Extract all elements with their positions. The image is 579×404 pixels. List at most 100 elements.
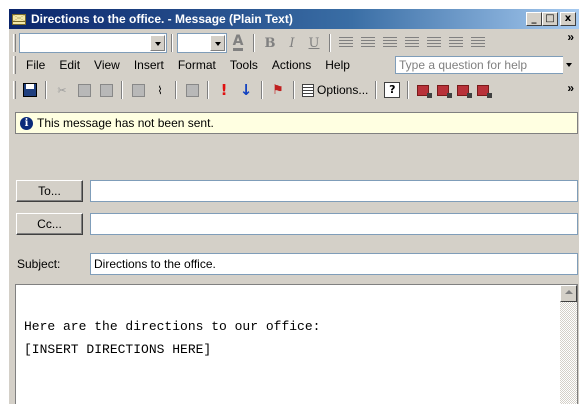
menu-tools[interactable]: Tools — [223, 58, 265, 72]
underline-icon: U — [308, 35, 320, 51]
body-line: [INSERT DIRECTIONS HERE] — [24, 342, 212, 357]
copy-button[interactable] — [73, 79, 95, 101]
chevron-down-icon[interactable] — [150, 35, 165, 51]
menu-help[interactable]: Help — [318, 58, 357, 72]
options-icon — [302, 83, 314, 97]
window-title: Directions to the office. - Message (Pla… — [31, 12, 293, 26]
cut-button[interactable]: ✂ — [51, 79, 73, 101]
align-right-button[interactable] — [379, 32, 401, 54]
align-left-button[interactable] — [335, 32, 357, 54]
align-right-icon — [383, 37, 397, 49]
info-icon: i — [20, 116, 33, 130]
italic-icon: I — [289, 35, 295, 51]
numbering-icon — [427, 37, 441, 49]
permission-icon[interactable] — [457, 84, 473, 98]
envelope-icon — [12, 13, 26, 25]
bold-button[interactable]: B — [259, 32, 281, 54]
formatting-toolbar: A B I U » — [9, 30, 579, 56]
window-controls: _ □ x — [526, 12, 576, 26]
print-preview-icon — [131, 83, 145, 97]
ask-question-input[interactable]: Type a question for help — [395, 56, 577, 74]
help-placeholder: Type a question for help — [399, 58, 528, 72]
standard-toolbar: ✂ ⌇ ! ↓ ⚑ Options... ? » — [9, 77, 579, 103]
low-importance-button[interactable]: ↓ — [235, 79, 257, 101]
menu-bar: File Edit View Insert Format Tools Actio… — [9, 54, 579, 76]
subject-field[interactable]: Directions to the office. — [90, 253, 578, 275]
menu-file[interactable]: File — [19, 58, 52, 72]
toolbar-separator — [121, 81, 123, 99]
toolbar-grip[interactable] — [13, 34, 16, 52]
save-icon — [23, 83, 37, 97]
low-importance-icon: ↓ — [239, 81, 253, 99]
options-label: Options... — [317, 83, 369, 97]
help-icon: ? — [384, 82, 401, 98]
save-button[interactable] — [19, 79, 41, 101]
subject-label: Subject: — [17, 257, 61, 271]
minimize-button[interactable]: _ — [526, 12, 542, 26]
font-size-combo[interactable] — [177, 33, 227, 53]
permission-icon[interactable] — [417, 84, 433, 98]
permission-icon[interactable] — [437, 84, 453, 98]
toolbar-grip[interactable] — [13, 81, 16, 99]
maximize-button[interactable]: □ — [542, 12, 558, 26]
increase-indent-icon — [471, 37, 485, 49]
high-importance-button[interactable]: ! — [213, 79, 235, 101]
permission-icon[interactable] — [477, 84, 493, 98]
increase-indent-button[interactable] — [467, 32, 489, 54]
menu-format[interactable]: Format — [171, 58, 223, 72]
font-color-button[interactable]: A — [227, 32, 249, 54]
toolbar-separator — [175, 81, 177, 99]
underline-button[interactable]: U — [303, 32, 325, 54]
copy-icon — [77, 83, 91, 97]
scroll-up-arrow-icon[interactable] — [560, 285, 577, 302]
bold-icon: B — [264, 35, 276, 51]
toolbar-separator — [329, 34, 331, 52]
font-color-icon: A — [232, 33, 244, 51]
cc-button[interactable]: Cc... — [16, 213, 83, 235]
paperclip-icon: ⌇ — [157, 83, 163, 97]
chevron-down-icon[interactable] — [563, 56, 577, 74]
body-line: Here are the directions to our office: — [24, 319, 321, 334]
menu-view[interactable]: View — [87, 58, 127, 72]
decrease-indent-button[interactable] — [445, 32, 467, 54]
high-importance-icon: ! — [220, 81, 228, 99]
vertical-scrollbar[interactable] — [560, 285, 577, 404]
toolbar-separator — [45, 81, 47, 99]
menu-grip[interactable] — [13, 56, 16, 74]
body-text[interactable]: Here are the directions to our office: [I… — [24, 315, 320, 361]
flag-button[interactable]: ⚑ — [267, 79, 289, 101]
cc-field[interactable] — [90, 213, 578, 235]
info-bar: i This message has not been sent. — [15, 112, 578, 134]
toolbar-separator — [375, 81, 378, 99]
menu-actions[interactable]: Actions — [265, 58, 318, 72]
help-button[interactable]: ? — [381, 79, 403, 101]
toolbar-separator — [261, 81, 263, 99]
numbering-button[interactable] — [423, 32, 445, 54]
flag-icon: ⚑ — [272, 82, 284, 98]
close-button[interactable]: x — [560, 12, 576, 26]
toolbar-overflow-chevron-icon[interactable]: » — [567, 31, 574, 43]
paste-button[interactable] — [95, 79, 117, 101]
italic-button[interactable]: I — [281, 32, 303, 54]
message-body[interactable]: Here are the directions to our office: [I… — [15, 284, 578, 404]
chevron-down-icon[interactable] — [210, 35, 225, 51]
info-text: This message has not been sent. — [37, 116, 214, 130]
address-book-button[interactable] — [181, 79, 203, 101]
attach-button[interactable]: ⌇ — [149, 79, 171, 101]
toolbar-overflow-chevron-icon[interactable]: » — [567, 82, 574, 94]
align-left-icon — [339, 37, 353, 49]
font-combo[interactable] — [19, 33, 167, 53]
to-button[interactable]: To... — [16, 180, 83, 202]
toolbar-separator — [253, 34, 255, 52]
bullets-icon — [405, 37, 419, 49]
menu-edit[interactable]: Edit — [52, 58, 87, 72]
toolbar-separator — [207, 81, 209, 99]
print-preview-button[interactable] — [127, 79, 149, 101]
bullets-button[interactable] — [401, 32, 423, 54]
toolbar-separator — [293, 81, 295, 99]
menu-insert[interactable]: Insert — [127, 58, 171, 72]
options-button[interactable]: Options... — [299, 83, 371, 97]
align-center-button[interactable] — [357, 32, 379, 54]
title-bar[interactable]: Directions to the office. - Message (Pla… — [9, 9, 579, 29]
to-field[interactable] — [90, 180, 578, 202]
